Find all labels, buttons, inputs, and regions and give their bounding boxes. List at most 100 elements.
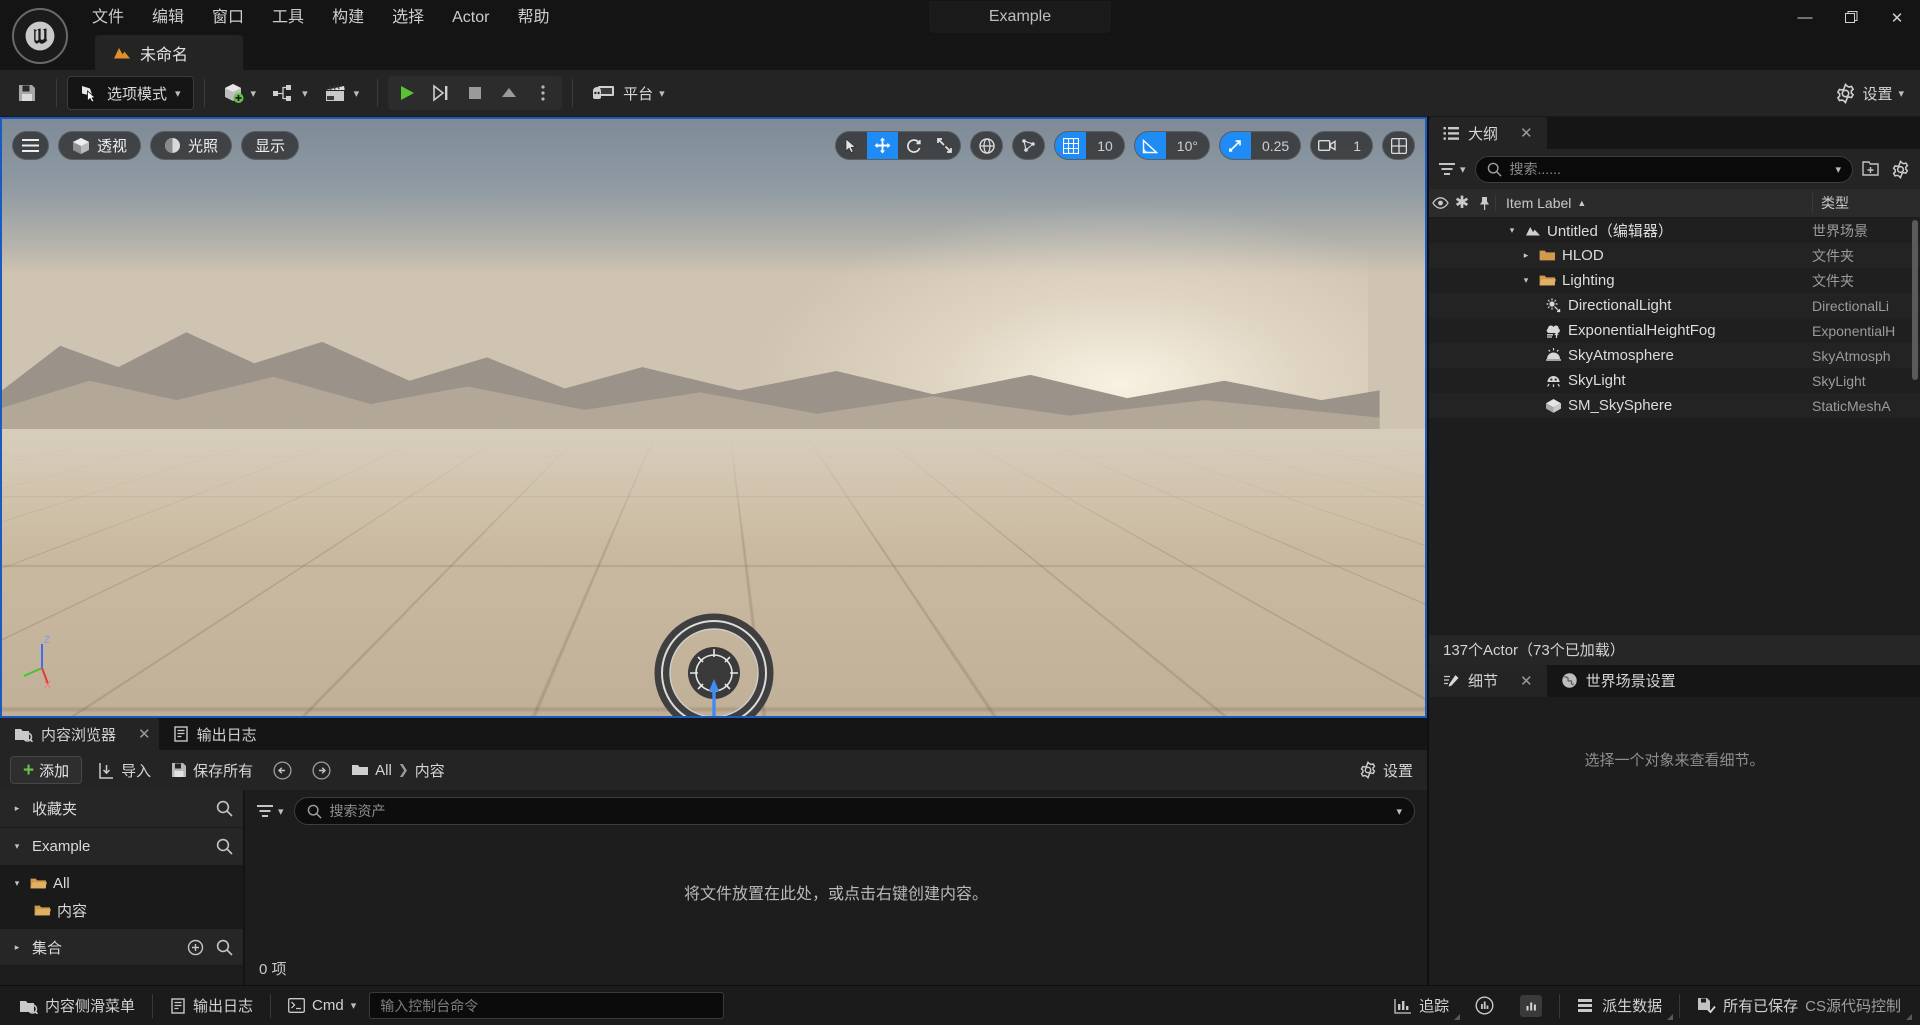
angle-snap-toggle[interactable] (1135, 131, 1166, 160)
chevron-down-icon[interactable]: ▾ (10, 878, 24, 889)
viewport-layout-button[interactable] (1382, 131, 1415, 160)
import-button[interactable]: 导入 (94, 760, 155, 781)
surface-snap-button[interactable] (1012, 131, 1045, 160)
close-icon[interactable]: ✕ (1874, 0, 1920, 35)
close-icon[interactable]: ✕ (1520, 672, 1533, 690)
blueprints-button[interactable]: ▾ (264, 76, 316, 110)
coordinate-space-button[interactable] (970, 131, 1003, 160)
maximize-icon[interactable] (1828, 0, 1874, 35)
breadcrumb-all[interactable]: All (375, 762, 392, 779)
menu-actor[interactable]: Actor (438, 1, 503, 35)
cinematics-button[interactable]: ▾ (316, 76, 368, 110)
chevron-down-icon[interactable]: ▾ (10, 841, 24, 852)
trace-button[interactable]: 追踪 (1381, 991, 1462, 1021)
translate-tool-button[interactable] (867, 131, 898, 160)
menu-select[interactable]: 选择 (378, 1, 438, 35)
close-icon[interactable]: ✕ (138, 725, 151, 743)
scale-snap-toggle[interactable] (1220, 131, 1251, 160)
asset-dropzone[interactable]: 将文件放置在此处，或点击右键创建内容。 (245, 832, 1427, 951)
content-drawer-button[interactable]: 内容侧滑菜单 (6, 991, 148, 1021)
add-collection-icon[interactable] (187, 939, 204, 956)
camera-speed-value[interactable]: 1 (1342, 131, 1372, 160)
play-button[interactable] (390, 77, 424, 109)
stats-button[interactable] (1507, 991, 1555, 1021)
skip-button[interactable] (424, 77, 458, 109)
derived-data-button[interactable]: 派生数据 (1564, 991, 1675, 1021)
level-viewport[interactable]: 透视 光照 显示 10 10° 0.25 1 Z Y X (0, 117, 1427, 718)
breadcrumb-content[interactable]: 内容 (415, 760, 445, 781)
nav-back-button[interactable] (269, 761, 296, 780)
outliner-search-input[interactable]: 搜索...... ▾ (1475, 156, 1853, 183)
play-options-button[interactable] (526, 77, 560, 109)
pin-column-header[interactable] (1473, 196, 1495, 211)
outliner-filter-button[interactable]: ▾ (1439, 162, 1466, 176)
visibility-column-header[interactable] (1429, 197, 1451, 209)
menu-build[interactable]: 构建 (318, 1, 378, 35)
search-icon[interactable] (216, 800, 233, 817)
scale-snap-value[interactable]: 0.25 (1251, 131, 1300, 160)
table-row[interactable]: SkyAtmosphere SkyAtmosph (1429, 343, 1920, 368)
table-row[interactable]: ▾ Untitled（编辑器） 世界场景 (1429, 218, 1920, 243)
camera-speed-group[interactable]: 1 (1310, 131, 1373, 160)
output-log-button[interactable]: 输出日志 (157, 991, 266, 1021)
grid-snap-toggle[interactable] (1055, 131, 1086, 160)
search-icon[interactable] (216, 939, 233, 956)
table-row[interactable]: SM_SkySphere StaticMeshA (1429, 393, 1920, 418)
console-command-input[interactable]: 输入控制台命令 (369, 992, 724, 1019)
search-icon[interactable] (216, 838, 233, 855)
add-button[interactable]: + 添加 (10, 756, 82, 784)
chevron-down-icon[interactable]: ▾ (1519, 275, 1533, 286)
unreal-logo-icon[interactable] (12, 8, 68, 64)
menu-window[interactable]: 窗口 (198, 1, 258, 35)
asset-filter-button[interactable]: ▾ (257, 804, 284, 818)
tab-details[interactable]: 细节 ✕ (1429, 665, 1547, 697)
level-tab[interactable]: 未命名 (95, 35, 243, 70)
table-row[interactable]: ▾ Lighting 文件夹 (1429, 268, 1920, 293)
rotate-tool-button[interactable] (898, 131, 929, 160)
tab-outliner[interactable]: 大纲 ✕ (1429, 117, 1547, 149)
tab-world-settings[interactable]: 世界场景设置 (1547, 665, 1690, 697)
chevron-right-icon[interactable]: ▸ (10, 942, 24, 953)
table-row[interactable]: ▸ HLOD 文件夹 (1429, 243, 1920, 268)
eject-button[interactable] (492, 77, 526, 109)
source-control-button[interactable]: 所有已保存 CS源代码控制 (1684, 991, 1914, 1021)
save-button[interactable] (8, 76, 46, 110)
new-folder-icon[interactable] (1862, 160, 1882, 178)
menu-help[interactable]: 帮助 (503, 1, 563, 35)
close-icon[interactable]: ✕ (1520, 124, 1533, 142)
tree-item-content[interactable]: 内容 (0, 897, 243, 924)
viewport-perspective-button[interactable]: 透视 (58, 131, 141, 160)
table-row[interactable]: SkyLight SkyLight (1429, 368, 1920, 393)
create-actor-button[interactable]: ▾ (215, 76, 265, 110)
viewport-show-button[interactable]: 显示 (241, 131, 299, 160)
item-label-column-header[interactable]: Item Label ▲ (1495, 195, 1812, 211)
viewport-transform-gizmo[interactable] (643, 613, 785, 718)
grid-snap-value[interactable]: 10 (1086, 131, 1124, 160)
tab-output-log[interactable]: 输出日志 (159, 718, 271, 750)
menu-file[interactable]: 文件 (78, 1, 138, 35)
menu-tools[interactable]: 工具 (258, 1, 318, 35)
minimize-icon[interactable]: — (1782, 0, 1828, 35)
gear-icon[interactable] (1891, 160, 1910, 179)
chevron-right-icon[interactable]: ▸ (1519, 250, 1533, 261)
save-all-button[interactable]: 保存所有 (167, 760, 257, 781)
platforms-button[interactable]: 平台 ▾ (583, 76, 673, 110)
viewport-menu-button[interactable] (12, 131, 49, 160)
scale-tool-button[interactable] (929, 131, 960, 160)
performance-button[interactable] (1462, 991, 1507, 1021)
viewport-lighting-button[interactable]: 光照 (150, 131, 232, 160)
menu-edit[interactable]: 编辑 (138, 1, 198, 35)
tree-item-all[interactable]: ▾ All (0, 870, 243, 897)
chevron-down-icon[interactable]: ▾ (1505, 225, 1519, 236)
cmd-selector-button[interactable]: Cmd ▾ (275, 991, 369, 1021)
project-section[interactable]: ▾ Example (0, 828, 243, 866)
angle-snap-value[interactable]: 10° (1166, 131, 1209, 160)
table-row[interactable]: DirectionalLight DirectionalLi (1429, 293, 1920, 318)
chevron-right-icon[interactable]: ▸ (10, 803, 24, 814)
favorites-section[interactable]: ▸ 收藏夹 (0, 790, 243, 828)
mode-selector-button[interactable]: 选项模式 ▾ (67, 76, 194, 110)
outliner-scrollbar[interactable] (1912, 220, 1918, 380)
table-row[interactable]: ExponentialHeightFog ExponentialH (1429, 318, 1920, 343)
nav-forward-button[interactable] (308, 761, 335, 780)
stop-button[interactable] (458, 77, 492, 109)
